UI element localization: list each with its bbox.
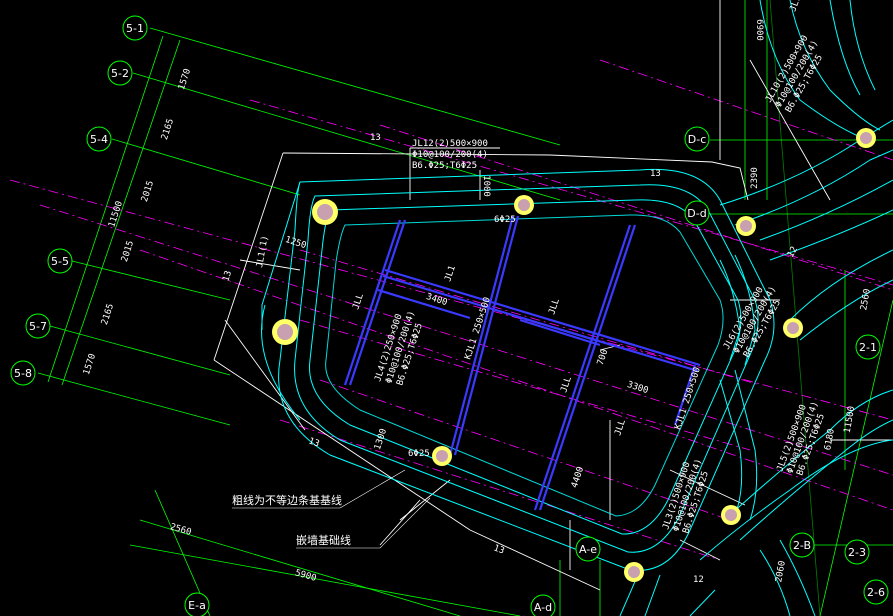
label-13-top-right: 13 <box>650 169 661 179</box>
svg-text:2-6: 2-6 <box>867 586 885 599</box>
label-jll-b: JLL <box>547 297 562 316</box>
dim-5900-bottom: 5900 <box>294 568 318 584</box>
dim-2015-a: 2015 <box>140 180 156 204</box>
note-jl12-bar2: B6.Φ25;T6Φ25 <box>412 161 477 171</box>
dim-2560-bottom: 2560 <box>169 522 193 538</box>
dim-1570-top: 1570 <box>177 68 193 92</box>
svg-text:5-8: 5-8 <box>14 367 32 380</box>
column-9 <box>624 562 644 582</box>
svg-text:A-e: A-e <box>579 543 597 556</box>
note-jl1-vertical: JL1(1) <box>255 235 270 269</box>
axis-bubble-5-1: 5-1 <box>122 15 148 41</box>
bottom-axis-bubbles: E-a A-d A-e <box>184 536 601 616</box>
axis-bubble-A-e: A-e <box>575 536 601 562</box>
column-4 <box>432 446 452 466</box>
dim-11500-left: 11500 <box>107 200 125 229</box>
svg-text:D-d: D-d <box>687 207 706 220</box>
column-3 <box>272 319 298 345</box>
left-axis-bubbles: 5-1 5-2 5-4 5-5 5-7 5-8 <box>10 15 148 386</box>
axis-bubble-5-2: 5-2 <box>107 60 133 86</box>
note-jl12-title: JL12(2)500×900 <box>412 139 488 149</box>
label-12-bottom: 12 <box>693 575 704 585</box>
note-phi-a: 6Φ25 <box>494 215 516 225</box>
dim-2560-right: 2560 <box>859 288 873 311</box>
axis-bubble-5-5: 5-5 <box>47 248 73 274</box>
label-jll-c: JLL <box>559 375 574 394</box>
axis-bubble-D-c: D-c <box>684 126 710 152</box>
dim-2165-bottom: 2165 <box>100 303 116 327</box>
callout-line-1: 粗线为不等边条基基线 <box>232 493 342 507</box>
axis-bubble-E-a: E-a <box>184 592 210 616</box>
label-jll-d: JLL <box>613 418 628 437</box>
note-jl12-bar1: Φ10@100/200(4) <box>412 150 488 160</box>
label-jl1-a: JL1 <box>443 264 458 283</box>
top-right-axis-bubbles: D-c D-d <box>684 126 710 226</box>
column-2 <box>514 195 534 215</box>
dim-2390: 2390 <box>750 167 760 189</box>
svg-text:5-1: 5-1 <box>126 22 144 35</box>
dim-6180: 6180 <box>823 428 837 451</box>
column-5 <box>736 216 756 236</box>
axis-bubble-2-1: 2-1 <box>855 334 881 360</box>
axis-bubble-D-d: D-d <box>684 200 710 226</box>
dim-700: 700 <box>596 348 611 367</box>
axis-bubble-5-7: 5-7 <box>25 313 51 339</box>
note-kjl1-b: KJL1 250×500 <box>673 366 703 431</box>
column-8 <box>721 505 741 525</box>
label-13-left: 13 <box>221 270 234 283</box>
column-6 <box>856 128 876 148</box>
dim-2060: 2060 <box>774 560 788 583</box>
axis-bubble-A-d: A-d <box>530 594 556 616</box>
note-top-right: JL10(2)500 <box>788 0 816 13</box>
dim-1250: 1250 <box>284 235 308 251</box>
svg-text:5-5: 5-5 <box>51 255 69 268</box>
svg-text:A-d: A-d <box>534 601 552 614</box>
label-12-right: 12 <box>786 245 800 259</box>
column-7 <box>783 318 803 338</box>
beam-notes: JL12(2)500×900 Φ10@100/200(4) B6.Φ25;T6Φ… <box>255 0 827 535</box>
dim-1570-bottom: 1570 <box>82 353 98 377</box>
svg-text:5-4: 5-4 <box>90 133 108 146</box>
axis-bubble-5-4: 5-4 <box>86 126 112 152</box>
dim-6900-top: 6900 <box>754 19 764 41</box>
note-phi-b: 6Φ25 <box>408 449 430 459</box>
dim-1000: 1000 <box>481 175 491 197</box>
svg-text:2-1: 2-1 <box>859 341 877 354</box>
svg-text:5-7: 5-7 <box>29 320 47 333</box>
axis-bubble-2-6: 2-6 <box>863 579 889 605</box>
label-jll-a: JLL <box>351 292 366 311</box>
axis-bubble-2-3: 2-3 <box>844 539 870 565</box>
left-dimensions: 1570 2165 2015 2015 2165 1570 11500 <box>82 68 193 377</box>
dim-2015-b: 2015 <box>120 240 136 264</box>
label-13-bottom: 13 <box>492 543 506 556</box>
svg-text:2-B: 2-B <box>793 539 811 552</box>
axis-bubble-5-8: 5-8 <box>10 360 36 386</box>
svg-text:2-3: 2-3 <box>848 546 866 559</box>
dim-4400: 4400 <box>570 466 586 490</box>
callout-line-2: 嵌墙基础线 <box>296 533 351 547</box>
dim-2165-top: 2165 <box>160 118 176 142</box>
bottom-dimensions: 2560 5900 <box>169 522 318 584</box>
beam-labels: 13 13 13 13 13 12 12 JL1 JLL JLL JLL JLL <box>221 133 800 585</box>
column-1 <box>312 199 338 225</box>
axis-bubble-2-B: 2-B <box>789 532 815 558</box>
cad-drawing: 5-1 5-2 5-4 5-5 5-7 5-8 D-c D-d 2-1 2-B … <box>9 0 893 616</box>
svg-text:E-a: E-a <box>188 599 206 612</box>
svg-text:D-c: D-c <box>688 133 707 146</box>
label-13-top: 13 <box>370 133 381 143</box>
svg-text:5-2: 5-2 <box>111 67 129 80</box>
